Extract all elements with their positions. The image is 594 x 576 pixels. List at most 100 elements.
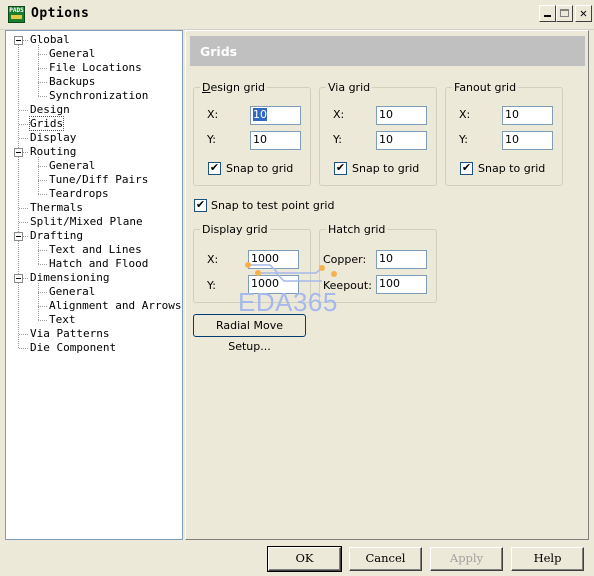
window-title: Options xyxy=(31,6,90,21)
design-grid-snap-checkbox[interactable]: ✔ xyxy=(208,162,221,175)
tree-item-alignment-and-arrows[interactable]: Alignment and Arrows xyxy=(49,299,181,313)
hatch-grid-legend: Hatch grid xyxy=(328,223,386,236)
tree-item-label: Grids xyxy=(28,116,65,131)
tree-item-label: Tune/Diff Pairs xyxy=(49,173,149,186)
fanout-grid-legend: Fanout grid xyxy=(454,81,517,94)
tree-item-label: Text xyxy=(49,313,76,326)
design-grid-x-input[interactable]: 10 xyxy=(250,106,301,125)
tree-item-design[interactable]: Design xyxy=(30,103,70,117)
ok-button[interactable]: OK xyxy=(267,546,342,572)
tree-connector xyxy=(38,320,47,321)
tree-item-split-mixed-plane[interactable]: Split/Mixed Plane xyxy=(30,215,143,229)
tree-connector xyxy=(38,283,39,320)
fanout-grid-snap-checkbox[interactable]: ✔ xyxy=(460,162,473,175)
snap-test-point-label: Snap to test point grid xyxy=(211,199,335,212)
tree-connector xyxy=(18,45,19,348)
tree-item-text[interactable]: Text xyxy=(49,313,76,327)
tree-item-global[interactable]: Global xyxy=(30,33,70,47)
tree-item-label: Routing xyxy=(30,145,77,158)
tree-item-label: File Locations xyxy=(49,61,142,74)
design-grid-snap-label: Snap to grid xyxy=(226,162,294,175)
tree-item-general[interactable]: General xyxy=(49,47,95,61)
tree-item-label: Alignment and Arrows xyxy=(49,299,182,312)
tree-item-label: Dimensioning xyxy=(30,271,110,284)
via-grid-snap-checkbox[interactable]: ✔ xyxy=(334,162,347,175)
tree-item-label: Text and Lines xyxy=(49,243,142,256)
via-grid-x-label: X: xyxy=(333,108,345,121)
radial-move-setup-button[interactable]: Radial Move Setup... xyxy=(193,314,306,353)
close-icon: ✕ xyxy=(579,6,588,20)
panel-title: Grids xyxy=(200,44,238,59)
tree-item-label: General xyxy=(49,47,96,60)
tree-item-label: Via Patterns xyxy=(30,327,110,340)
tree-item-label: Display xyxy=(30,131,77,144)
title-bar: PADS Options ✕ xyxy=(0,0,594,30)
fanout-grid-y-input[interactable]: 10 xyxy=(502,131,553,150)
tree-connector xyxy=(38,54,47,55)
tree-connector xyxy=(19,138,28,139)
via-grid-legend: Via grid xyxy=(328,81,371,94)
hatch-copper-input[interactable]: 10 xyxy=(376,250,427,269)
via-grid-snap-label: Snap to grid xyxy=(352,162,420,175)
tree-item-label: Teardrops xyxy=(49,187,109,200)
tree-item-dimensioning[interactable]: Dimensioning xyxy=(30,271,109,285)
tree-connector xyxy=(38,250,47,251)
minimize-button[interactable] xyxy=(539,5,556,22)
tree-item-via-patterns[interactable]: Via Patterns xyxy=(30,327,109,341)
maximize-button[interactable] xyxy=(556,5,573,22)
design-grid-y-input[interactable]: 10 xyxy=(250,131,301,150)
tree-connector xyxy=(19,110,28,111)
tree-collapse-toggle-icon[interactable] xyxy=(14,148,23,157)
via-grid-y-input[interactable]: 10 xyxy=(376,131,427,150)
fanout-grid-x-input[interactable]: 10 xyxy=(502,106,553,125)
tree-item-hatch-and-flood[interactable]: Hatch and Flood xyxy=(49,257,148,271)
tree-item-label: Die Component xyxy=(30,341,117,354)
cancel-button[interactable]: Cancel xyxy=(349,547,422,571)
tree-item-teardrops[interactable]: Teardrops xyxy=(49,187,109,201)
snap-test-point-checkbox[interactable]: ✔ xyxy=(194,199,207,212)
tree-item-display[interactable]: Display xyxy=(30,131,76,145)
tree-item-thermals[interactable]: Thermals xyxy=(30,201,83,215)
tree-item-grids[interactable]: Grids xyxy=(28,116,65,131)
options-tree[interactable]: Global General File Locations Backups Synchr… xyxy=(5,30,183,540)
tree-item-die-component[interactable]: Die Component xyxy=(30,341,116,355)
tree-item-label: Hatch and Flood xyxy=(49,257,149,270)
tree-item-label: General xyxy=(49,159,96,172)
tree-collapse-toggle-icon[interactable] xyxy=(14,232,23,241)
tree-item-general[interactable]: General xyxy=(49,159,95,173)
via-grid-x-input[interactable]: 10 xyxy=(376,106,427,125)
apply-button[interactable]: Apply xyxy=(430,547,503,571)
tree-collapse-toggle-icon[interactable] xyxy=(14,274,23,283)
tree-item-general[interactable]: General xyxy=(49,285,95,299)
tree-item-synchronization[interactable]: Synchronization xyxy=(49,89,148,103)
tree-connector xyxy=(38,264,47,265)
tree-connector xyxy=(38,194,47,195)
tree-connector xyxy=(19,124,28,125)
fanout-grid-y-label: Y: xyxy=(459,133,468,146)
tree-connector xyxy=(38,180,47,181)
tree-item-label: Thermals xyxy=(30,201,83,214)
tree-connector xyxy=(19,348,28,349)
close-button[interactable]: ✕ xyxy=(575,5,592,22)
tree-item-tune-diff-pairs[interactable]: Tune/Diff Pairs xyxy=(49,173,148,187)
tree-collapse-toggle-icon[interactable] xyxy=(14,36,23,45)
hatch-keepout-input[interactable]: 100 xyxy=(376,275,427,294)
tree-item-routing[interactable]: Routing xyxy=(30,145,76,159)
via-grid-y-label: Y: xyxy=(333,133,342,146)
design-grid-y-label: Y: xyxy=(207,133,216,146)
tree-item-label: Global xyxy=(30,33,70,46)
tree-item-label: Split/Mixed Plane xyxy=(30,215,143,228)
tree-item-file-locations[interactable]: File Locations xyxy=(49,61,142,75)
watermark-trace-graphic xyxy=(245,262,337,282)
help-button[interactable]: Help xyxy=(511,547,584,571)
fanout-grid-snap-label: Snap to grid xyxy=(478,162,546,175)
tree-connector xyxy=(19,208,28,209)
tree-item-backups[interactable]: Backups xyxy=(49,75,95,89)
tree-item-label: Backups xyxy=(49,75,96,88)
maximize-icon xyxy=(560,9,569,17)
tree-connector xyxy=(19,222,28,223)
tree-item-text-and-lines[interactable]: Text and Lines xyxy=(49,243,142,257)
tree-connector xyxy=(38,82,47,83)
tree-connector xyxy=(38,157,39,194)
tree-connector xyxy=(38,166,47,167)
